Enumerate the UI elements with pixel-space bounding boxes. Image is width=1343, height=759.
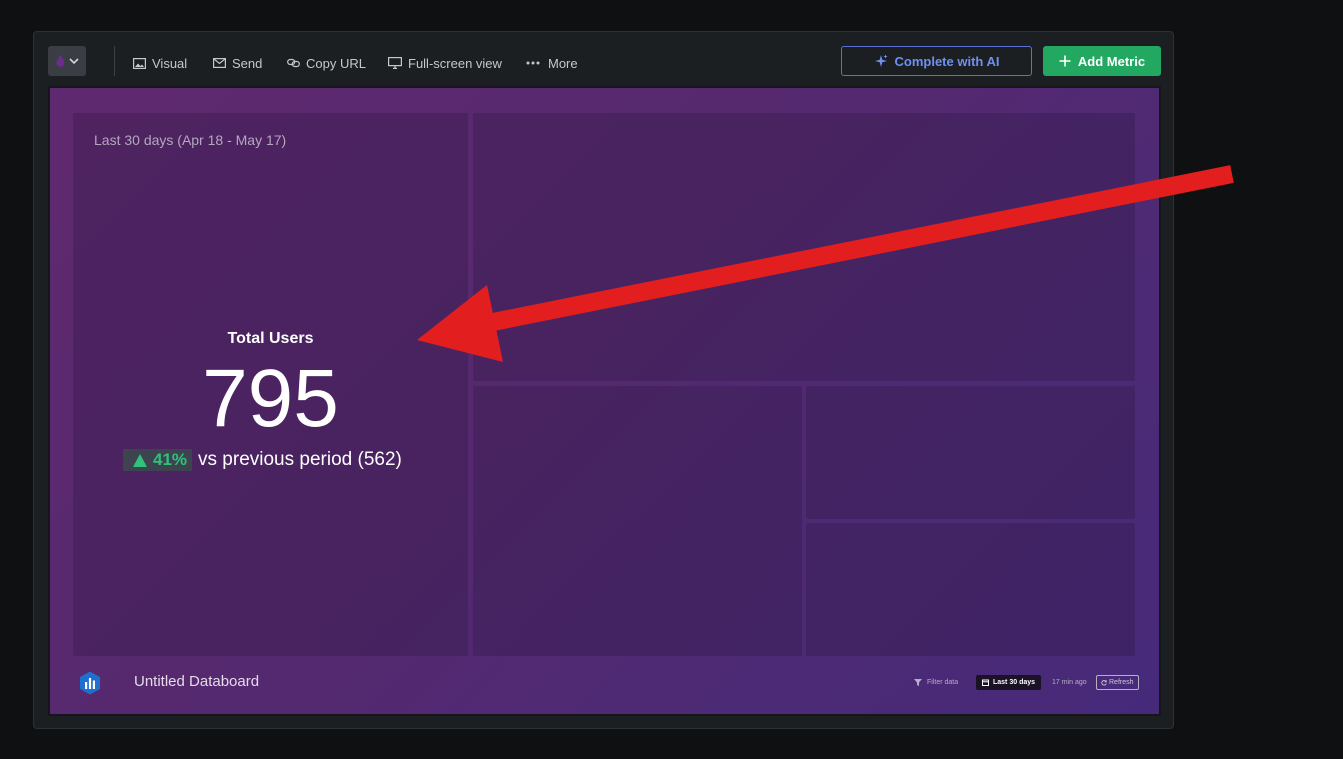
- annotation-arrow: [417, 165, 1234, 362]
- annotation-arrow-shaft: [486, 165, 1234, 332]
- annotation-arrow-head: [417, 285, 503, 362]
